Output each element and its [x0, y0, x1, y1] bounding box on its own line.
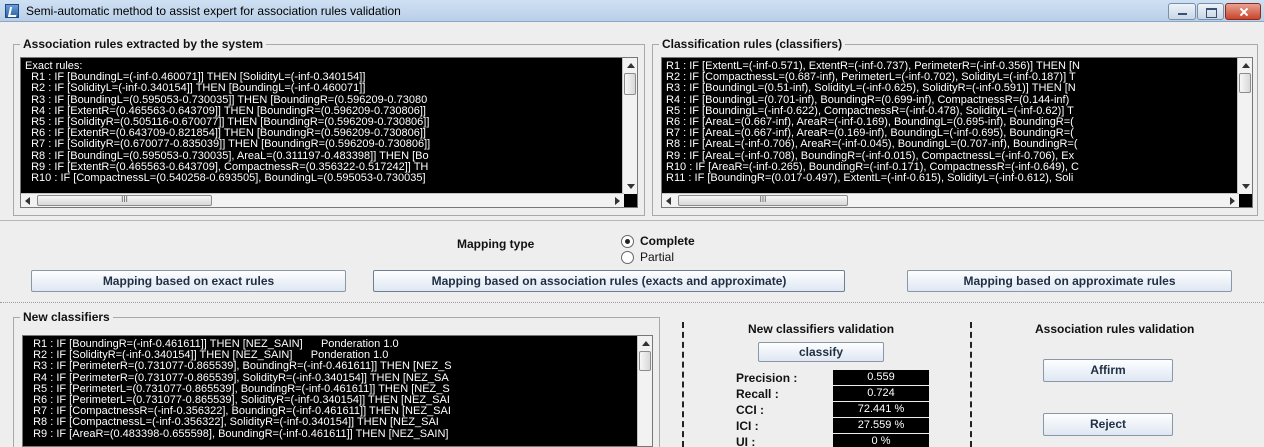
reject-button[interactable]: Reject — [1043, 413, 1173, 436]
metric-value: 0.724 — [833, 386, 929, 401]
rule-line[interactable]: R7 : IF [SolidityR=(0.670077-0.835039]] … — [25, 139, 430, 150]
association-rules-list[interactable]: Exact rules: R1 : IF [BoundingL=(-inf-0.… — [20, 57, 638, 208]
classification-rules-panel: Classification rules (classifiers) R1 : … — [652, 37, 1258, 216]
scroll-up-icon[interactable] — [1242, 63, 1250, 68]
scroll-left-icon[interactable] — [25, 197, 30, 205]
classification-rules-hscroll[interactable]: III — [662, 193, 1239, 207]
window-titlebar: Semi-automatic method to assist expert f… — [0, 0, 1264, 22]
association-rules-hscroll[interactable]: III — [21, 193, 624, 207]
new-classifiers-list[interactable]: R1 : IF [BoundingR=(-inf-0.461611]] THEN… — [22, 335, 653, 447]
scroll-thumb[interactable] — [1239, 73, 1251, 93]
scroll-down-icon[interactable] — [627, 184, 635, 189]
rule-line[interactable]: R10 : IF [CompactnessL=(0.540258-0.69350… — [25, 172, 430, 184]
dashed-divider-right — [970, 322, 972, 447]
rule-line[interactable]: R2 : IF [SolidityL=(-inf-0.340154]] THEN… — [25, 83, 430, 94]
rule-line[interactable]: R3 : IF [PerimeterR=(0.731077-0.865539],… — [27, 361, 451, 372]
classify-button[interactable]: classify — [758, 342, 884, 362]
scroll-thumb[interactable] — [624, 73, 636, 95]
metric-label: Precision : — [736, 371, 798, 385]
metric-label: Recall : — [736, 387, 779, 401]
rule-line[interactable]: R8 : IF [CompactnessL=(-inf-0.356322], S… — [27, 417, 452, 428]
separator-mid — [0, 302, 1264, 303]
separator-top — [0, 220, 1264, 221]
affirm-button[interactable]: Affirm — [1043, 359, 1173, 382]
dashed-divider-left — [682, 322, 684, 447]
rule-line[interactable]: R11 : IF [BoundingR=(0.017-0.497), Exten… — [666, 172, 1080, 184]
close-button[interactable] — [1225, 3, 1261, 20]
scroll-right-icon[interactable] — [615, 197, 620, 205]
metric-label: CCI : — [736, 403, 764, 417]
window-client: Association rules extracted by the syste… — [0, 22, 1264, 447]
new-classifiers-lines: R1 : IF [BoundingR=(-inf-0.461611]] THEN… — [27, 338, 452, 440]
app-icon — [5, 4, 19, 18]
rule-line[interactable]: R8 : IF [AreaL=(-inf-0.706), AreaR=(-inf… — [666, 139, 1080, 150]
scroll-up-icon[interactable] — [627, 63, 635, 68]
association-rules-validation-title: Association rules validation — [1035, 322, 1195, 336]
scroll-right-icon[interactable] — [1230, 197, 1235, 205]
scroll-up-icon[interactable] — [642, 341, 650, 346]
metric-value: 72.441 % — [833, 402, 929, 417]
maximize-button[interactable] — [1197, 3, 1224, 20]
association-rules-title: Association rules extracted by the syste… — [20, 37, 267, 51]
rule-line[interactable]: R9 : IF [AreaR=(0.483398-0.655598], Boun… — [27, 428, 452, 440]
minimize-button[interactable] — [1168, 3, 1196, 20]
radio-complete-label: Complete — [640, 234, 695, 248]
new-classifiers-panel: New classifiers R1 : IF [BoundingR=(-inf… — [13, 310, 660, 447]
mapping-approximate-button[interactable]: Mapping based on approximate rules — [907, 270, 1232, 292]
radio-complete-icon[interactable] — [621, 234, 634, 248]
new-classifiers-vscroll[interactable] — [637, 336, 652, 446]
classification-rules-title: Classification rules (classifiers) — [659, 37, 846, 51]
metric-value: 27.559 % — [833, 418, 929, 433]
classification-rules-lines: R1 : IF [ExtentL=(-inf-0.571), ExtentR=(… — [666, 60, 1080, 184]
classification-rules-list[interactable]: R1 : IF [ExtentL=(-inf-0.571), ExtentR=(… — [661, 57, 1253, 208]
mapping-exact-button[interactable]: Mapping based on exact rules — [31, 270, 346, 292]
rule-line[interactable]: R3 : IF [BoundingL=(0.51-inf), SolidityL… — [666, 83, 1080, 94]
metric-value: 0.559 — [833, 370, 929, 385]
mapping-type-label: Mapping type — [457, 237, 535, 251]
scroll-left-icon[interactable] — [666, 197, 671, 205]
association-rules-lines: Exact rules: R1 : IF [BoundingL=(-inf-0.… — [25, 60, 430, 184]
radio-partial-label: Partial — [640, 250, 675, 264]
scroll-thumb-h[interactable]: III — [37, 195, 212, 206]
mapping-association-button[interactable]: Mapping based on association rules (exac… — [373, 270, 845, 292]
metric-label: UI : — [736, 435, 756, 447]
scroll-thumb-h[interactable]: III — [678, 195, 848, 206]
association-rules-panel: Association rules extracted by the syste… — [13, 37, 645, 216]
scroll-down-icon[interactable] — [1242, 184, 1250, 189]
metric-label: ICI : — [736, 419, 759, 433]
classification-rules-vscroll[interactable] — [1237, 58, 1252, 194]
new-classifiers-validation-title: New classifiers validation — [748, 322, 895, 336]
window-title: Semi-automatic method to assist expert f… — [26, 4, 401, 18]
new-classifiers-title: New classifiers — [20, 310, 113, 324]
radio-partial[interactable]: Partial — [621, 250, 674, 264]
metric-value: 0 % — [833, 434, 929, 447]
scroll-thumb[interactable] — [639, 351, 651, 371]
radio-partial-icon[interactable] — [621, 250, 634, 264]
radio-complete[interactable]: Complete — [621, 234, 695, 248]
association-rules-vscroll[interactable] — [622, 58, 637, 194]
